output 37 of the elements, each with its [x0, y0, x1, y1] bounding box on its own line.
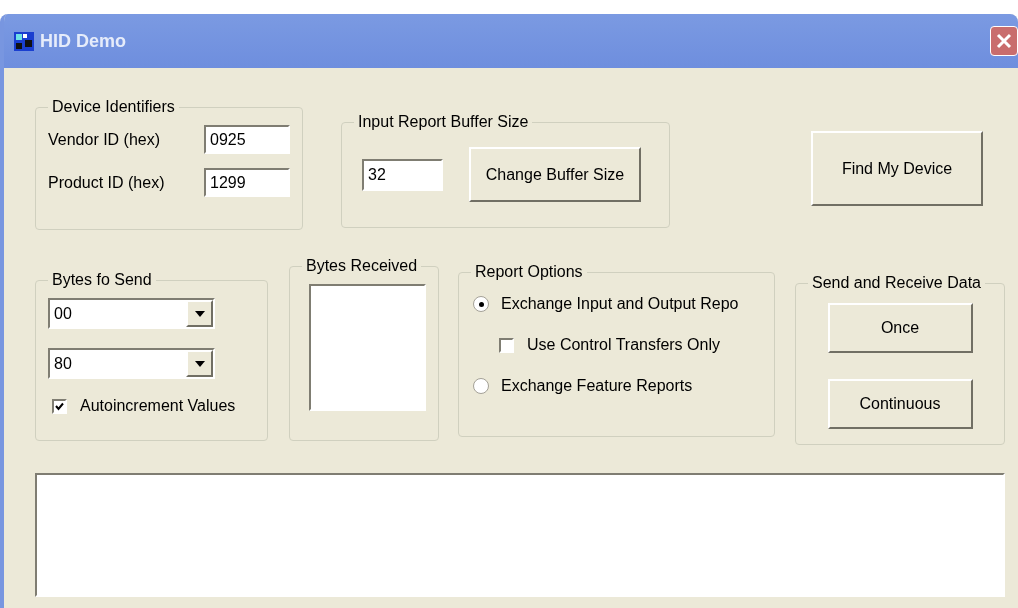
send-button[interactable]: Continuous — [827, 379, 973, 429]
group-title: Device Identifiers — [51, 97, 176, 117]
dropdown-value: 80 — [53, 353, 73, 374]
checkbox-label: Autoincrement Values — [80, 396, 236, 416]
input-field[interactable]: 0925 — [204, 125, 290, 154]
field-label: Product ID (hex) — [48, 172, 165, 193]
radio-label: Exchange Input and Output Repo — [501, 294, 739, 314]
group-title: Bytes fo Send — [51, 270, 153, 290]
find-my-device-button[interactable]: Find My Device — [811, 131, 983, 206]
checkbox[interactable] — [499, 337, 514, 353]
dropdown-arrow-button[interactable] — [186, 300, 213, 327]
send-button[interactable]: Once — [827, 303, 973, 353]
field-label: Vendor ID (hex) — [48, 129, 161, 150]
checkbox[interactable] — [52, 398, 67, 414]
group-title: Input Report Buffer Size — [357, 112, 530, 132]
dropdown-arrow-button[interactable] — [186, 350, 213, 377]
input-field[interactable]: 1299 — [204, 168, 290, 197]
app-icon — [14, 31, 34, 51]
group-title: Report Options — [474, 262, 584, 282]
caret-icon — [194, 310, 205, 317]
window-title: HID Demo — [40, 29, 126, 53]
dropdown[interactable]: 80 — [48, 348, 215, 379]
radio-button[interactable] — [473, 378, 489, 394]
received-list[interactable] — [309, 284, 426, 411]
dropdown-value: 00 — [53, 303, 73, 324]
close-icon — [996, 33, 1012, 49]
dropdown[interactable]: 00 — [48, 298, 215, 329]
checkmark-icon — [55, 401, 64, 411]
change-buffer-size-button[interactable]: Change Buffer Size — [469, 147, 641, 202]
group-title: Send and Receive Data — [811, 273, 982, 293]
caret-icon — [194, 360, 205, 367]
radio-label: Exchange Feature Reports — [501, 376, 693, 396]
close-button[interactable] — [990, 26, 1018, 56]
group-title: Bytes Received — [305, 256, 419, 276]
checkbox-label: Use Control Transfers Only — [527, 335, 720, 355]
input-field[interactable]: 32 — [362, 158, 443, 191]
radio-button[interactable] — [473, 296, 489, 312]
